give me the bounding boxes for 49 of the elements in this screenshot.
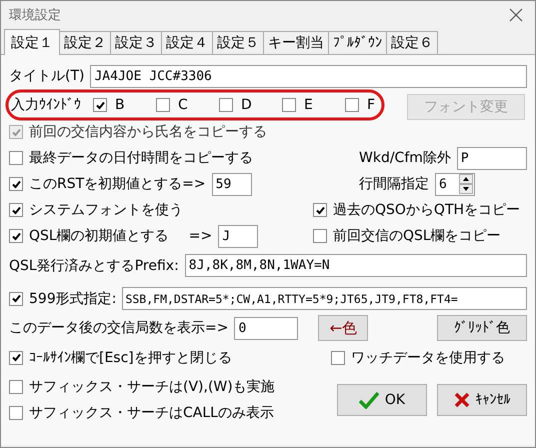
cross-icon	[454, 392, 470, 408]
check-icon	[314, 204, 326, 216]
copy-qsl-checkbox[interactable]: 前回交信のQSL欄をコピー	[313, 227, 501, 245]
check-icon	[10, 204, 22, 216]
rst-default-checkbox[interactable]: このRSTを初期値とする=>	[9, 175, 206, 193]
copy-datetime-checkbox[interactable]: 最終データの日付時間をコピーする	[9, 149, 253, 167]
esc-close-checkbox[interactable]: ｺｰﾙｻｲﾝ欄で[Esc]を押すと閉じる	[9, 348, 232, 366]
count-after-label: このデータ後の交信局数を表示=>	[9, 319, 228, 337]
wkd-cfm-field[interactable]: P	[456, 146, 527, 170]
color-button[interactable]: ←色	[318, 315, 368, 341]
system-font-checkbox[interactable]: システムフォントを使う	[9, 201, 183, 219]
check-icon	[10, 230, 22, 242]
title-field[interactable]: JA4JOE JCC#3306	[90, 64, 527, 88]
check-icon	[358, 391, 379, 409]
check-icon	[10, 293, 22, 304]
arrow-label: =>	[188, 228, 212, 244]
watch-data-checkbox[interactable]: ワッチデータを使用する	[331, 348, 505, 366]
wkd-cfm-label: Wkd/Cfm除外	[359, 149, 451, 167]
qsl-field[interactable]: J	[218, 224, 258, 248]
title-label: タイトル(T)	[9, 67, 84, 85]
tab[interactable]: 設定１	[4, 29, 60, 55]
grid-color-button[interactable]: ｸﾞﾘｯﾄﾞ色	[437, 315, 527, 341]
count-field[interactable]: 0	[234, 316, 298, 340]
rst-field[interactable]: 59	[212, 172, 252, 196]
cancel-button[interactable]: ｷｬﾝｾﾙ	[437, 384, 527, 416]
window-checkbox[interactable]: D	[219, 97, 276, 113]
check-icon	[10, 352, 22, 363]
suffix-vw-checkbox[interactable]: サフィックス・サーチは(V),(W)も実施	[9, 378, 275, 396]
line-spacing-spinner[interactable]: 6	[435, 172, 475, 196]
input-window-label: 入力ｳｲﾝﾄﾞｳ	[10, 96, 81, 114]
check-icon	[10, 178, 22, 190]
line-spacing-label: 行間隔指定	[359, 175, 429, 193]
qsl-default-checkbox[interactable]: QSL欄の初期値とする	[9, 227, 169, 245]
close-icon[interactable]	[509, 8, 523, 22]
window-checkbox[interactable]: B	[93, 97, 150, 113]
format-599-checkbox[interactable]: 599形式指定:	[9, 290, 116, 308]
qsl-prefix-field[interactable]: 8J,8K,8M,8N,1WAY=N	[184, 254, 527, 277]
copy-qth-checkbox[interactable]: 過去のQSOからQTHをコピー	[313, 201, 520, 219]
suffix-call-checkbox[interactable]: サフィックス・サーチはCALLのみ表示	[9, 404, 274, 422]
tab[interactable]: 設定６	[386, 31, 438, 54]
window-checkbox[interactable]: F	[345, 97, 402, 113]
ok-button[interactable]: OK	[337, 384, 427, 416]
window-checkbox[interactable]: C	[156, 97, 213, 113]
window-title: 環境設定	[9, 6, 61, 24]
check-icon	[94, 100, 106, 110]
check-icon	[10, 126, 22, 138]
qsl-prefix-label: QSL発行済みとするPrefix:	[9, 256, 179, 274]
format-599-field[interactable]: SSB,FM,DSTAR=5*;CW,A1,RTTY=5*9;JT65,JT9,FT8,FT4=	[122, 287, 527, 310]
window-checkbox[interactable]: E	[282, 97, 339, 113]
